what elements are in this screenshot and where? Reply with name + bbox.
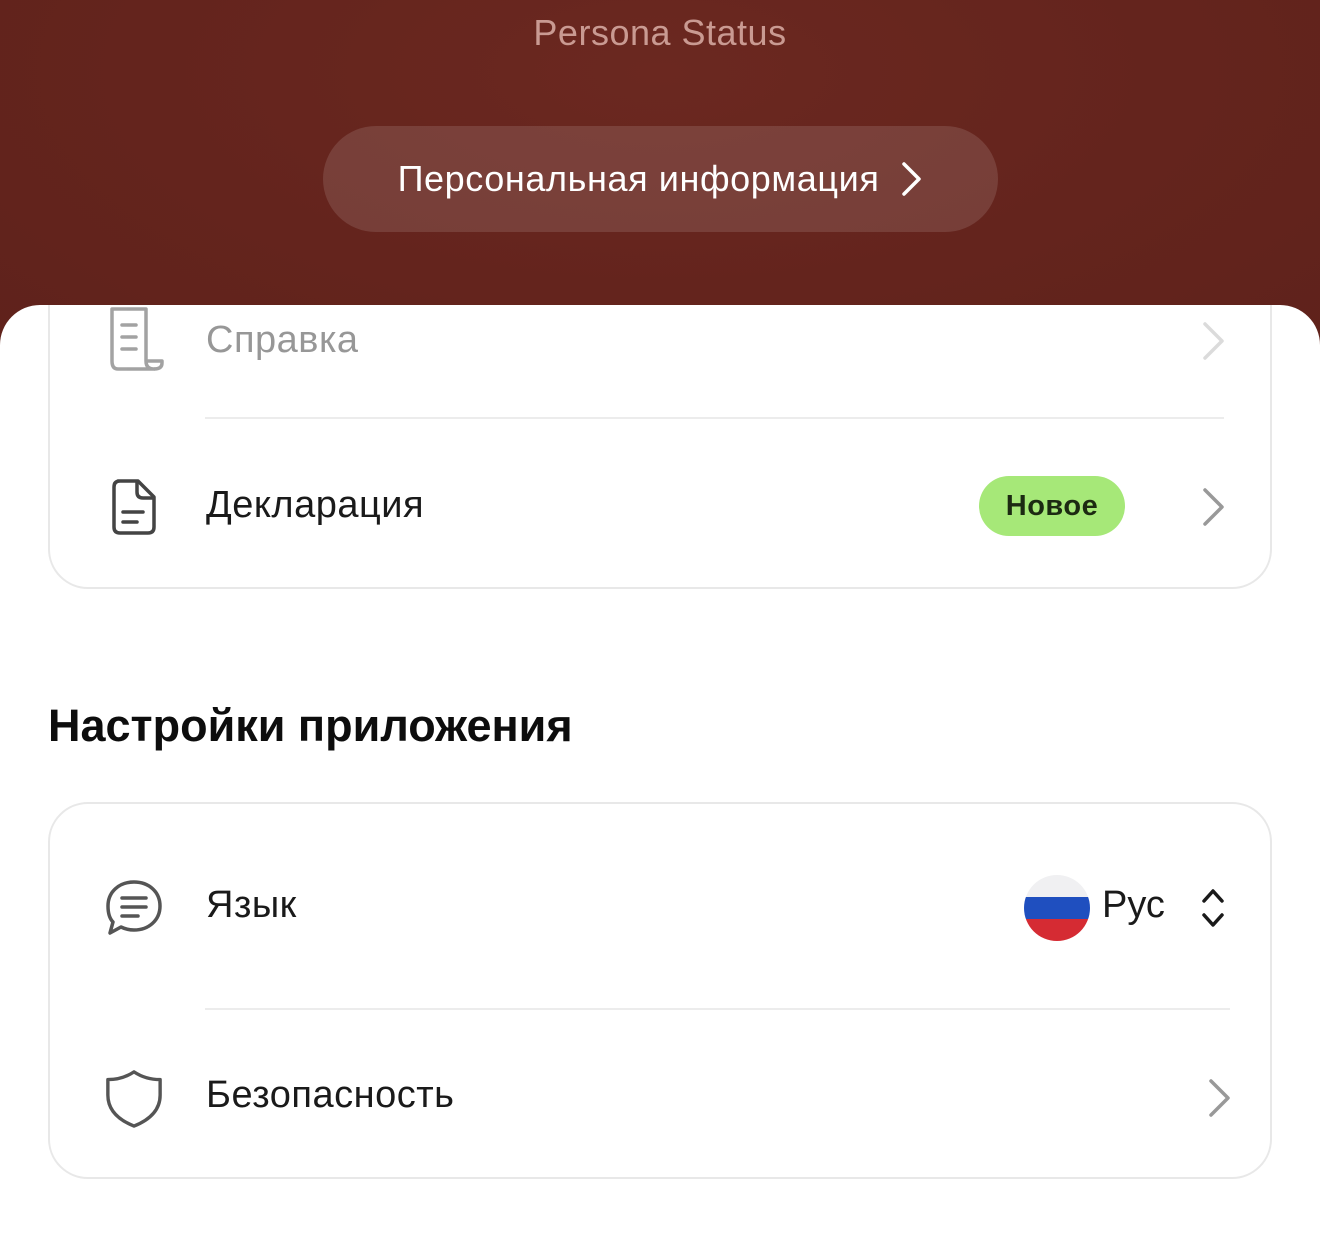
shield-icon bbox=[104, 1068, 164, 1128]
chevron-right-icon bbox=[1209, 1079, 1230, 1117]
up-down-chevron-icon[interactable] bbox=[1199, 886, 1227, 930]
personal-info-label: Персональная информация bbox=[397, 158, 880, 199]
russia-flag-icon bbox=[1024, 875, 1090, 941]
divider bbox=[205, 1008, 1230, 1010]
new-badge: Новое bbox=[979, 476, 1125, 536]
chevron-right-icon bbox=[1203, 322, 1224, 360]
security-label: Безопасность bbox=[206, 1074, 455, 1116]
services-card: Справка Декларация Новое bbox=[48, 305, 1272, 589]
settings-card: Язык Рус Безопасность bbox=[48, 802, 1272, 1179]
declaration-row[interactable]: Декларация Новое bbox=[50, 467, 1270, 547]
chevron-right-icon bbox=[902, 162, 922, 196]
scroll-icon bbox=[104, 305, 164, 381]
app-settings-title: Настройки приложения bbox=[48, 700, 573, 751]
divider bbox=[205, 417, 1224, 419]
language-label: Язык bbox=[206, 884, 297, 926]
content-sheet: Справка Декларация Новое Настройки прило… bbox=[0, 305, 1320, 1242]
spravka-label: Справка bbox=[206, 319, 359, 361]
language-value: Рус bbox=[1102, 884, 1165, 926]
document-icon bbox=[104, 477, 164, 537]
persona-status-text: Persona Status bbox=[533, 12, 787, 53]
language-row[interactable]: Язык Рус bbox=[50, 864, 1270, 952]
personal-info-button[interactable]: Персональная информация bbox=[323, 126, 998, 232]
declaration-label: Декларация bbox=[206, 484, 425, 526]
chat-bubble-icon bbox=[104, 878, 164, 938]
security-row[interactable]: Безопасность bbox=[50, 1054, 1270, 1142]
spravka-row[interactable]: Справка bbox=[50, 305, 1270, 381]
chevron-right-icon bbox=[1203, 488, 1224, 526]
